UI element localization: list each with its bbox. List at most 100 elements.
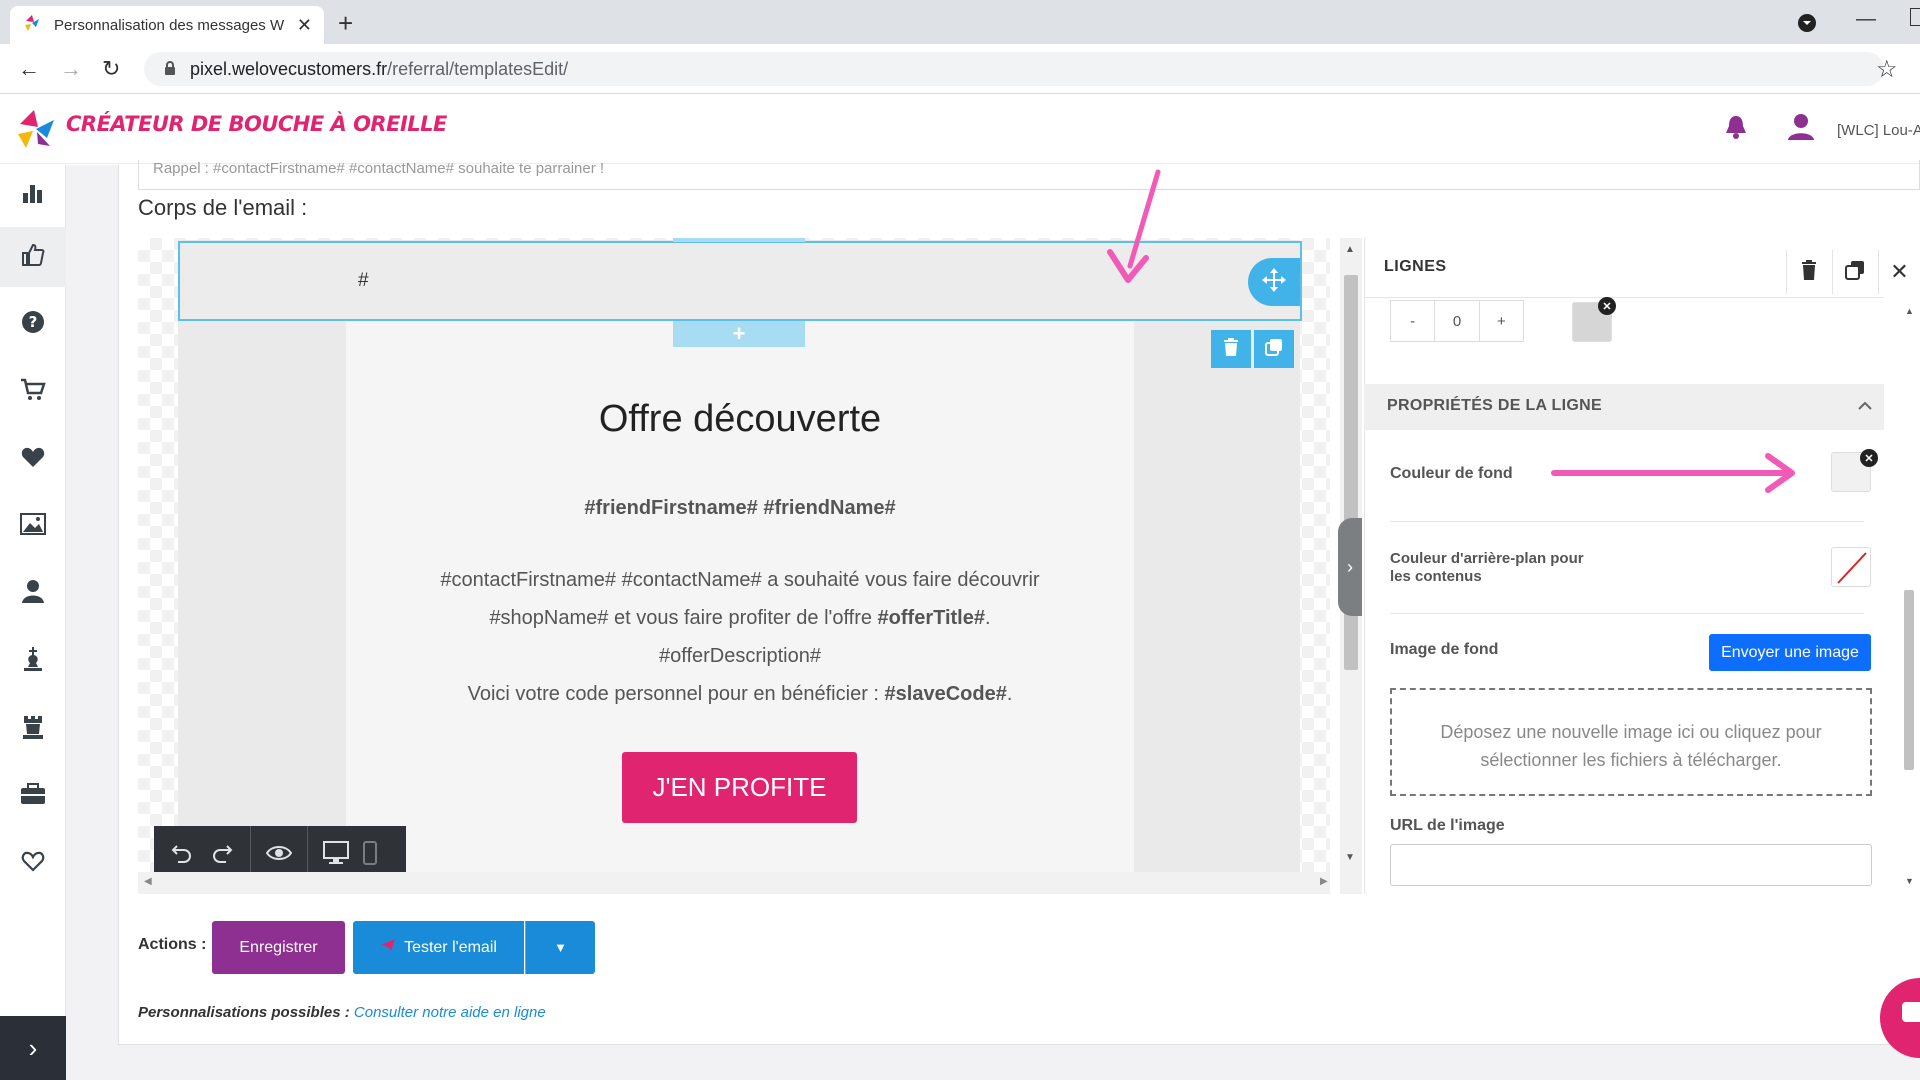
personalization-label: Personnalisations possibles : [138, 1004, 350, 1021]
test-email-button[interactable]: Tester l'email [353, 921, 524, 974]
sidebar: ? [0, 165, 66, 1080]
move-row-button[interactable] [1248, 258, 1300, 306]
body-line-2[interactable]: #shopName# et vous faire profiter de l'o… [346, 607, 1134, 630]
sidebar-item-referral[interactable] [0, 227, 66, 287]
bookmark-star-icon[interactable]: ☆ [1876, 55, 1898, 84]
chess-king-icon [22, 646, 44, 677]
test-email-label: Tester l'email [404, 938, 497, 956]
user-icon [21, 579, 45, 608]
upload-image-button[interactable]: Envoyer une image [1709, 634, 1871, 671]
desktop-view-icon[interactable] [316, 841, 356, 865]
forward-icon[interactable]: → [60, 56, 82, 82]
svg-text:?: ? [29, 313, 38, 331]
test-options-dropdown[interactable]: ▼ [525, 921, 595, 974]
chat-icon [1902, 1002, 1920, 1022]
padding-stepper[interactable]: - 0 + [1390, 300, 1524, 342]
heart-outline-icon [21, 850, 45, 877]
personalization-help: Personnalisations possibles : Consulter … [138, 1004, 546, 1021]
sidebar-item-media[interactable] [0, 496, 66, 556]
new-tab-button[interactable]: + [338, 8, 353, 39]
chart-icon [21, 181, 45, 210]
sidebar-item-business[interactable] [0, 766, 66, 826]
panel-scroll-thumb[interactable] [1904, 590, 1914, 770]
redo-icon[interactable] [202, 841, 242, 865]
scroll-down-icon[interactable]: ▼ [1345, 852, 1355, 863]
sidebar-item-contacts[interactable] [0, 563, 66, 623]
scroll-up-icon[interactable]: ▲ [1345, 244, 1355, 255]
sidebar-item-help[interactable]: ? [0, 294, 66, 354]
panel-scroll-up-icon[interactable]: ▲ [1905, 306, 1914, 316]
profile-menu-icon[interactable] [1796, 12, 1818, 39]
user-name[interactable]: [WLC] Lou-A [1837, 122, 1920, 139]
undo-icon[interactable] [162, 841, 202, 865]
delete-block-button[interactable] [1211, 330, 1251, 368]
sidebar-item-ambassadors[interactable] [0, 631, 66, 691]
close-tab-icon[interactable]: ✕ [297, 15, 312, 36]
url-path: /referral/templatesEdit/ [387, 58, 569, 79]
help-link[interactable]: Consulter notre aide en ligne [354, 1004, 546, 1021]
email-title[interactable]: Offre découverte [346, 398, 1134, 441]
minimize-window-button[interactable]: — [1856, 8, 1876, 31]
body-line-3[interactable]: #offerDescription# [346, 645, 1134, 668]
close-panel-button[interactable]: ✕ [1878, 250, 1920, 294]
trash-icon [1223, 337, 1239, 361]
duplicate-row-button[interactable] [1832, 250, 1876, 294]
paper-plane-icon [380, 938, 396, 957]
stepper-value[interactable]: 0 [1435, 301, 1480, 341]
sidebar-item-stats[interactable] [0, 165, 66, 225]
subject-field[interactable]: Rappel : #contactFirstname# #contactName… [138, 160, 1920, 190]
sidebar-item-loyalty[interactable] [0, 833, 66, 893]
body-line-4[interactable]: Voici votre code personnel pour en bénéf… [346, 683, 1134, 706]
preview-eye-icon[interactable] [259, 844, 299, 862]
back-icon[interactable]: ← [18, 56, 40, 82]
bg-image-label: Image de fond [1390, 641, 1499, 658]
content-bg-label-line2: les contenus [1390, 568, 1482, 585]
browser-tab[interactable]: Personnalisation des messages W ✕ [10, 6, 324, 44]
cta-button[interactable]: J'EN PROFITE [622, 752, 857, 823]
copy-icon [1844, 260, 1865, 285]
clear-bg-color-icon[interactable]: ✕ [1860, 449, 1878, 467]
sidebar-item-shop[interactable] [0, 361, 66, 421]
scroll-right-icon[interactable]: ▶ [1320, 876, 1328, 887]
move-icon [1261, 267, 1287, 298]
add-row-button[interactable]: + [673, 321, 805, 347]
scroll-left-icon[interactable]: ◀ [144, 876, 152, 887]
sidebar-item-rewards[interactable] [0, 699, 66, 759]
maximize-window-button[interactable] [1910, 8, 1920, 26]
brand-name[interactable]: CRÉATEUR DE BOUCHE À OREILLE [66, 112, 447, 136]
panel-collapse-handle[interactable]: › [1338, 518, 1362, 616]
body-line-1[interactable]: #contactFirstname# #contactName# a souha… [346, 569, 1134, 592]
reload-icon[interactable]: ↻ [102, 56, 120, 82]
content-bg-color-swatch[interactable] [1831, 547, 1871, 587]
sidebar-item-favorites[interactable] [0, 429, 66, 489]
body-line-2-text: #shopName# et vous faire profiter de l'o… [489, 607, 878, 629]
url-bar[interactable]: pixel.welovecustomers.fr/referral/templa… [144, 52, 1884, 86]
duplicate-block-button[interactable] [1254, 330, 1294, 368]
selected-row[interactable] [178, 241, 1302, 321]
panel-scroll-down-icon[interactable]: ▼ [1905, 876, 1914, 886]
sidebar-expand-button[interactable]: › [0, 1016, 66, 1080]
brand-logo-icon[interactable] [14, 108, 56, 155]
image-url-input[interactable] [1390, 844, 1872, 886]
row-top-tab [673, 238, 805, 242]
user-avatar-icon[interactable] [1786, 112, 1816, 147]
editor-horizontal-scrollbar[interactable] [138, 872, 1330, 894]
image-url-label: URL de l'image [1390, 817, 1505, 834]
chevron-up-icon[interactable] [1858, 398, 1872, 416]
divider [1390, 521, 1864, 522]
notification-bell-icon[interactable] [1724, 114, 1748, 145]
body-line-2-end: . [985, 607, 991, 629]
stepper-minus[interactable]: - [1391, 301, 1436, 341]
heart-icon [21, 446, 45, 473]
dropzone-line-2: sélectionner les fichiers à télécharger. [1480, 750, 1782, 770]
mobile-view-icon[interactable] [356, 841, 384, 865]
image-dropzone[interactable]: Déposez une nouvelle image ici ou clique… [1390, 688, 1872, 796]
content-bg-label-line1: Couleur d'arrière-plan pour [1390, 550, 1584, 567]
delete-row-button[interactable] [1786, 250, 1830, 294]
briefcase-icon [20, 782, 46, 811]
friend-name-line[interactable]: #friendFirstname# #friendName# [346, 497, 1134, 520]
row-placeholder-text[interactable]: # [358, 270, 369, 292]
clear-border-color-icon[interactable]: ✕ [1598, 297, 1616, 315]
save-button[interactable]: Enregistrer [212, 921, 345, 974]
stepper-plus[interactable]: + [1480, 301, 1523, 341]
